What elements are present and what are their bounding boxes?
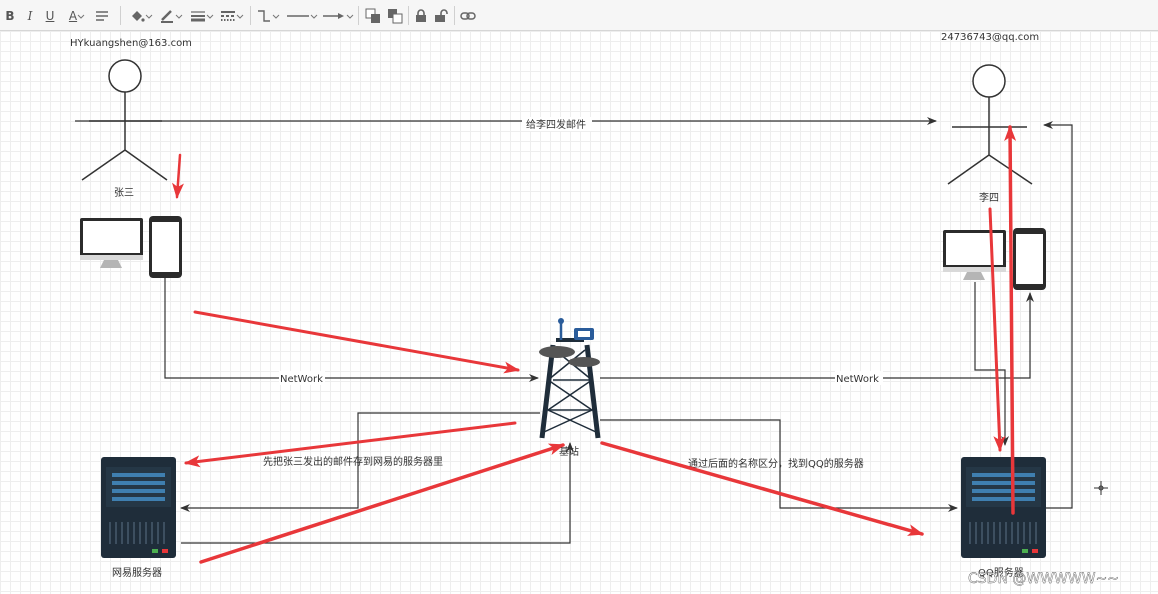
fill-color-icon: [132, 10, 145, 22]
arrow-style-icon: [323, 12, 344, 19]
font-color-icon: A: [68, 8, 78, 23]
send-mail-label: 给李四发邮件: [526, 118, 586, 131]
format-toolbar: B I U A: [0, 0, 1158, 31]
receiver-name: 李四: [979, 191, 999, 204]
receiver-monitor-icon[interactable]: [943, 230, 1006, 280]
qq-to-receiver-connector[interactable]: [1043, 121, 1073, 509]
fill-color-button[interactable]: [127, 6, 155, 25]
to-back-button[interactable]: [386, 6, 404, 25]
email-flow-diagram: HYkuangshen@163.com 24736743@qq.com 张三 李…: [70, 32, 1119, 587]
network-label-right: NetWork: [836, 374, 879, 385]
sender-email: HYkuangshen@163.com: [70, 38, 192, 49]
line-color-button[interactable]: [158, 6, 184, 25]
red-arrow-to-base-station: [193, 310, 520, 374]
move-cursor-icon: [1094, 481, 1108, 495]
connector-button[interactable]: [256, 6, 280, 25]
receiver-phone-icon[interactable]: [1013, 228, 1046, 290]
lock-icon: [416, 8, 426, 22]
diagram-canvas[interactable]: HYkuangshen@163.com 24736743@qq.com 张三 李…: [0, 31, 1158, 594]
align-icon: [96, 10, 108, 21]
network-label-left: NetWork: [280, 374, 323, 385]
receiver-network-connector[interactable]: [600, 292, 1034, 379]
qq-server-icon[interactable]: [961, 457, 1046, 558]
line-width-button[interactable]: [189, 6, 215, 25]
line-width-icon: [191, 10, 205, 21]
bold-button[interactable]: B: [4, 6, 16, 25]
red-arrow-to-qq-server: [600, 441, 924, 536]
sender-phone-icon[interactable]: [149, 216, 182, 278]
chevron-down-icon: [145, 14, 153, 19]
to-back-icon: [388, 8, 403, 23]
qq-to-monitor-connector[interactable]: [974, 282, 1009, 446]
font-color-button[interactable]: A: [64, 6, 90, 25]
link-button[interactable]: [459, 6, 477, 25]
link-icon: [460, 11, 476, 20]
netease-server-label: 网易服务器: [112, 566, 162, 579]
red-arrow-qq-to-receiver: [1004, 125, 1017, 515]
red-arrow-to-sender-phone: [172, 153, 184, 199]
line-style-icon: [287, 14, 309, 17]
connector-icon: [258, 9, 270, 22]
to-front-icon: [365, 8, 380, 23]
sender-name: 张三: [114, 187, 134, 199]
line-color-icon: [161, 9, 173, 23]
store-note: 先把张三发出的邮件存到网易的服务器里: [263, 455, 443, 468]
chevron-down-icon: [77, 14, 85, 19]
sender-person-icon[interactable]: [81, 59, 168, 181]
chevron-down-icon: [346, 14, 354, 19]
line-style-button[interactable]: [286, 6, 318, 25]
netease-server-icon[interactable]: [101, 457, 176, 558]
send-mail-connector[interactable]: 给李四发邮件: [75, 117, 937, 131]
unlock-icon: [435, 8, 448, 22]
sender-monitor-icon[interactable]: [80, 218, 143, 268]
receiver-email: 24736743@qq.com: [941, 32, 1039, 43]
line-dash-icon: [221, 10, 235, 21]
unlock-button[interactable]: [433, 6, 449, 25]
base-station-tower-icon[interactable]: [539, 318, 601, 439]
chevron-down-icon: [206, 14, 214, 19]
lock-button[interactable]: [413, 6, 429, 25]
underline-button[interactable]: U: [44, 6, 56, 25]
csdn-watermark: CSDN @WWWWW~~: [968, 571, 1119, 587]
receiver-person-icon[interactable]: [947, 64, 1033, 185]
chevron-down-icon: [272, 14, 280, 19]
chevron-down-icon: [175, 14, 183, 19]
paragraph-button[interactable]: [94, 6, 110, 25]
line-dash-button[interactable]: [219, 6, 245, 25]
chevron-down-icon: [310, 14, 318, 19]
arrow-style-button[interactable]: [322, 6, 354, 25]
to-front-button[interactable]: [364, 6, 382, 25]
italic-button[interactable]: I: [24, 6, 36, 25]
chevron-down-icon: [236, 14, 244, 19]
route-note: 通过后面的名称区分，找到QQ的服务器: [688, 457, 864, 470]
